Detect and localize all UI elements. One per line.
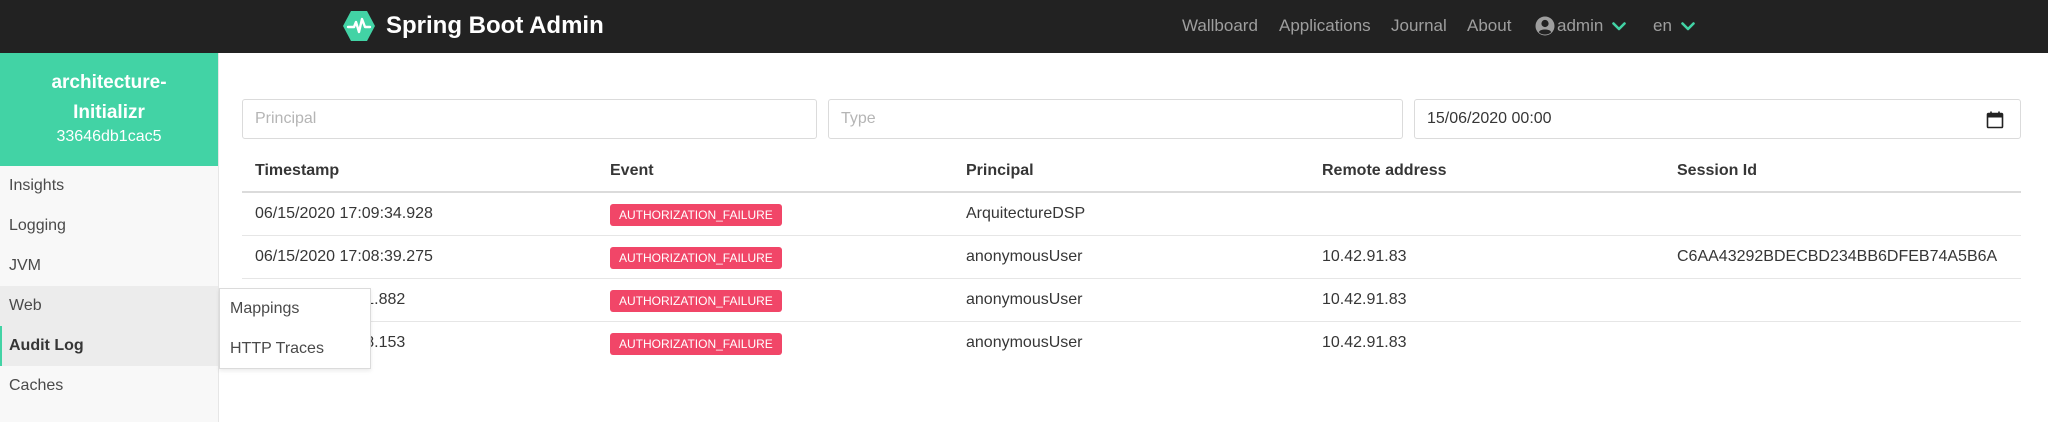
row-divider [242, 321, 2021, 322]
row-1-timestamp: 06/15/2020 17:09:34.928 [255, 205, 433, 222]
nav-about[interactable]: About [1467, 15, 1511, 37]
user-menu[interactable]: admin [1535, 15, 1627, 37]
row-3-event-badge: AUTHORIZATION_FAILURE [610, 290, 782, 312]
row-2-event-badge: AUTHORIZATION_FAILURE [610, 247, 782, 269]
web-submenu: Mappings HTTP Traces [219, 288, 371, 369]
brand[interactable]: Spring Boot Admin [342, 9, 604, 43]
date-filter-input[interactable] [1414, 99, 2021, 139]
principal-filter-input[interactable] [242, 99, 817, 139]
heartbeat-icon [343, 11, 375, 41]
column-header-principal: Principal [966, 162, 1034, 179]
language-menu[interactable]: en [1653, 15, 1695, 37]
brand-title: Spring Boot Admin [386, 12, 604, 39]
column-header-session-id: Session Id [1677, 162, 1758, 179]
sidebar-item-logging[interactable]: Logging [0, 206, 218, 246]
application-header: architecture- Initializr 33646db1cac5 [0, 53, 218, 166]
sidebar-item-insights[interactable]: Insights [0, 166, 218, 206]
row-1-principal: ArquitectureDSP [966, 205, 1086, 222]
sidebar: architecture- Initializr 33646db1cac5 In… [0, 53, 219, 422]
calendar-icon[interactable] [1986, 111, 2004, 129]
application-name-line1: architecture- [51, 72, 167, 93]
sidebar-item-web[interactable]: Web [0, 286, 218, 326]
sidebar-item-jvm[interactable]: JVM [0, 246, 218, 286]
nav-wallboard[interactable]: Wallboard [1182, 15, 1258, 37]
row-2-timestamp: 06/15/2020 17:08:39.275 [255, 248, 433, 265]
sidebar-item-caches[interactable]: Caches [0, 366, 218, 406]
nav-journal[interactable]: Journal [1391, 15, 1447, 37]
chevron-down-icon [1612, 21, 1627, 30]
row-2-principal: anonymousUser [966, 248, 1083, 265]
column-header-event: Event [610, 162, 654, 179]
column-header-timestamp: Timestamp [255, 162, 340, 179]
user-circle-icon [1535, 16, 1555, 36]
row-1-event-badge: AUTHORIZATION_FAILURE [610, 204, 782, 226]
row-2-remote-address: 10.42.91.83 [1322, 248, 1407, 265]
type-filter-input[interactable] [828, 99, 1403, 139]
application-name: architecture- Initializr [0, 68, 218, 128]
submenu-item-mappings[interactable]: Mappings [230, 294, 299, 324]
nav-applications[interactable]: Applications [1279, 15, 1371, 37]
row-divider [242, 278, 2021, 279]
row-3-remote-address: 10.42.91.83 [1322, 291, 1407, 308]
row-4-principal: anonymousUser [966, 334, 1083, 351]
row-2-session-id: C6AA43292BDECBD234BB6DFEB74A5B6A [1677, 248, 1998, 265]
instance-id: 33646db1cac5 [56, 128, 162, 145]
submenu-item-http-traces[interactable]: HTTP Traces [230, 334, 324, 364]
column-header-remote-address: Remote address [1322, 162, 1447, 179]
row-divider [242, 235, 2021, 236]
row-4-event-badge: AUTHORIZATION_FAILURE [610, 333, 782, 355]
language-label: en [1653, 16, 1672, 35]
user-name: admin [1557, 16, 1604, 35]
table-header-divider [242, 191, 2021, 193]
row-4-remote-address: 10.42.91.83 [1322, 334, 1407, 351]
row-3-principal: anonymousUser [966, 291, 1083, 308]
application-name-line2: Initializr [73, 102, 145, 123]
chevron-down-icon [1681, 21, 1695, 30]
sidebar-item-audit-log[interactable]: Audit Log [0, 326, 218, 366]
top-navbar: Spring Boot Admin Wallboard Applications… [0, 0, 2048, 53]
